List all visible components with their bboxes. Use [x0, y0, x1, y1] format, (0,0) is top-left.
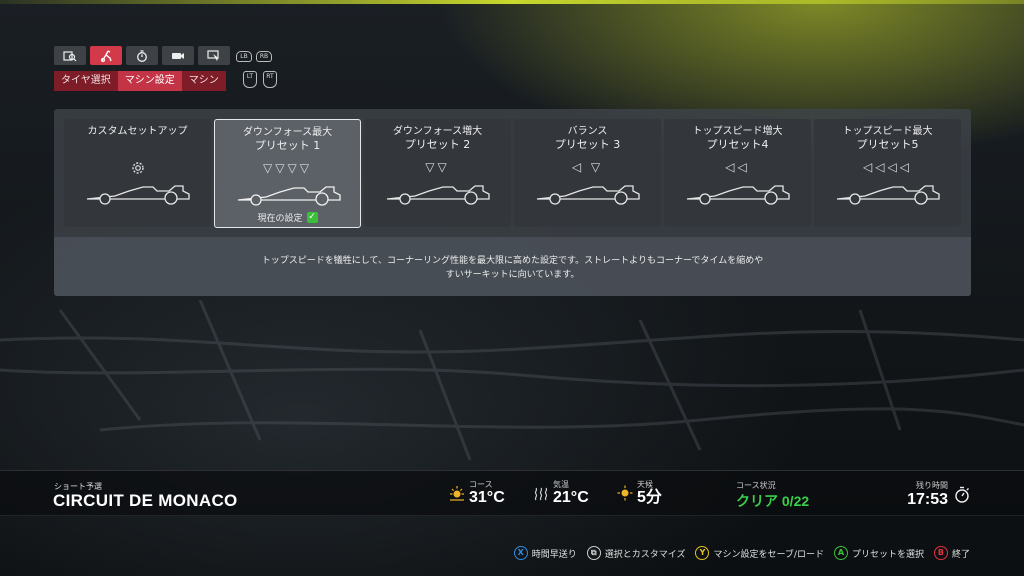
preset-card-4[interactable]: トップスピード増大 プリセット4 ◁◁ — [664, 119, 811, 227]
preset-title: カスタムセットアップ — [87, 126, 188, 137]
f1-car-icon — [836, 185, 940, 205]
current-setting-indicator: 現在の設定 ✓ — [215, 211, 360, 224]
top-speed-arrows: ◁◁◁◁ — [863, 160, 912, 174]
top-speed-arrows: ◁◁ — [725, 160, 750, 174]
preset-card-2[interactable]: ダウンフォース増大 プリセット 2 ▽▽ — [364, 119, 511, 227]
b-button-icon: B — [933, 546, 948, 560]
settings-icon — [207, 49, 220, 61]
accent-top-line — [0, 0, 1024, 4]
setup-presets-panel: カスタムセットアップ ダウンフォース最大 プリセット 1 ▽▽▽▽ 現在の設定 … — [54, 109, 971, 296]
preset-title: ダウンフォース増大 — [392, 126, 483, 137]
checkmark-icon: ✓ — [306, 212, 318, 223]
track-status-label: コース状況 — [736, 481, 776, 490]
tab-settings[interactable] — [198, 46, 230, 65]
sun-icon — [617, 485, 633, 501]
preset-title: トップスピード増大 — [692, 126, 783, 137]
preset-subtitle: プリセット4 — [706, 138, 769, 151]
preset-subtitle: プリセット 1 — [254, 139, 321, 152]
rt-trigger-icon: RT — [263, 71, 277, 88]
hint-fast-forward[interactable]: X 時間早送り — [513, 546, 577, 560]
preset-card-1[interactable]: ダウンフォース最大 プリセット 1 ▽▽▽▽ 現在の設定 ✓ — [214, 119, 361, 228]
preset-title: トップスピード最大 — [842, 126, 933, 137]
hint-label: プリセットを選択 — [851, 549, 924, 560]
downforce-arrows: ▽▽▽▽ — [263, 161, 312, 175]
remaining-time-value: 17:53 — [907, 491, 948, 508]
remaining-time-label: 残り時間 — [916, 481, 948, 490]
tab-tyre-selection[interactable]: タイヤ選択 — [54, 71, 118, 91]
f1-car-icon — [536, 185, 640, 205]
weather-forecast: 天候 5分 — [617, 480, 662, 506]
circuit-name: CIRCUIT DE MONACO — [53, 491, 238, 510]
lt-trigger-icon: LT — [243, 71, 257, 88]
gear-icon — [131, 162, 144, 174]
heat-waves-icon — [534, 487, 548, 501]
current-setting-label: 現在の設定 — [257, 214, 303, 224]
balance-arrows: ◁ ▽ — [571, 160, 604, 174]
hint-save-load[interactable]: Y マシン設定をセーブ/ロード — [695, 546, 824, 560]
tab-machine[interactable]: マシン — [181, 71, 226, 91]
hint-label: 終了 — [951, 549, 970, 560]
tab-machine-settings[interactable]: マシン設定 — [117, 71, 182, 91]
preset-card-5[interactable]: トップスピード最大 プリセット5 ◁◁◁◁ — [814, 119, 961, 227]
weather-value: 5分 — [637, 489, 662, 506]
f1-car-icon — [237, 186, 341, 206]
sub-tabs: タイヤ選択 マシン設定 マシン — [54, 71, 226, 91]
tab-car-setup[interactable] — [90, 46, 122, 65]
preset-card-custom[interactable]: カスタムセットアップ — [64, 119, 211, 227]
view-button-icon: ⧉ — [586, 546, 601, 560]
air-temp-value: 21°C — [553, 489, 589, 506]
description-line-1: トップスピードを犠牲にして、コーナーリング性能を最大限に高めた設定です。ストレー… — [261, 256, 764, 266]
session-info-bar: ショート予選 CIRCUIT DE MONACO コース 31°C 気温 21°… — [0, 470, 1024, 516]
sun-icon — [450, 486, 464, 501]
a-button-icon: A — [833, 546, 848, 560]
hint-label: 時間早送り — [531, 549, 577, 560]
lb-bumper-icon: LB — [236, 51, 252, 62]
timing-icon — [137, 49, 147, 62]
course-temperature: コース 31°C — [449, 480, 505, 506]
downforce-arrows: ▽▽ — [425, 160, 450, 174]
engine-bay-background — [0, 300, 1024, 461]
rb-bumper-icon: RB — [256, 51, 272, 62]
preset-title: バランス — [567, 126, 608, 137]
telemetry-icon — [63, 50, 77, 61]
y-button-icon: Y — [695, 546, 710, 560]
hint-label: 選択とカスタマイズ — [604, 549, 686, 560]
preset-cards: カスタムセットアップ ダウンフォース最大 プリセット 1 ▽▽▽▽ 現在の設定 … — [64, 119, 961, 228]
category-icon-tabs — [54, 46, 230, 65]
track-status-value: クリア 0/22 — [736, 493, 810, 509]
x-button-icon: X — [513, 546, 528, 560]
f1-car-icon — [86, 185, 190, 205]
preset-description-area: トップスピードを犠牲にして、コーナーリング性能を最大限に高めた設定です。ストレー… — [54, 237, 971, 296]
tab-telemetry[interactable] — [54, 46, 86, 65]
hint-exit[interactable]: B 終了 — [933, 546, 970, 560]
camera-icon — [172, 52, 184, 59]
hint-select-customize[interactable]: ⧉ 選択とカスタマイズ — [586, 546, 686, 560]
preset-description: トップスピードを犠牲にして、コーナーリング性能を最大限に高めた設定です。ストレー… — [204, 254, 821, 282]
preset-title: ダウンフォース最大 — [242, 127, 333, 138]
hint-label: マシン設定をセーブ/ロード — [713, 549, 824, 560]
course-temp-value: 31°C — [469, 489, 505, 506]
controller-hints: X 時間早送り ⧉ 選択とカスタマイズ Y マシン設定をセーブ/ロード A プリ… — [513, 546, 970, 560]
preset-subtitle: プリセット 2 — [404, 138, 471, 151]
f1-car-icon — [386, 185, 490, 205]
preset-card-3[interactable]: バランス プリセット 3 ◁ ▽ — [514, 119, 661, 227]
car-setup-icon — [101, 49, 112, 62]
preset-subtitle: プリセット 3 — [554, 138, 621, 151]
tab-camera[interactable] — [162, 46, 194, 65]
air-temperature: 気温 21°C — [533, 480, 589, 506]
tab-timing[interactable] — [126, 46, 158, 65]
stopwatch-icon — [955, 486, 969, 503]
hint-select-preset[interactable]: A プリセットを選択 — [833, 546, 924, 560]
preset-subtitle: プリセット5 — [856, 138, 919, 151]
f1-car-icon — [686, 185, 790, 205]
description-line-2: すいサーキットに向いています。 — [445, 270, 580, 280]
